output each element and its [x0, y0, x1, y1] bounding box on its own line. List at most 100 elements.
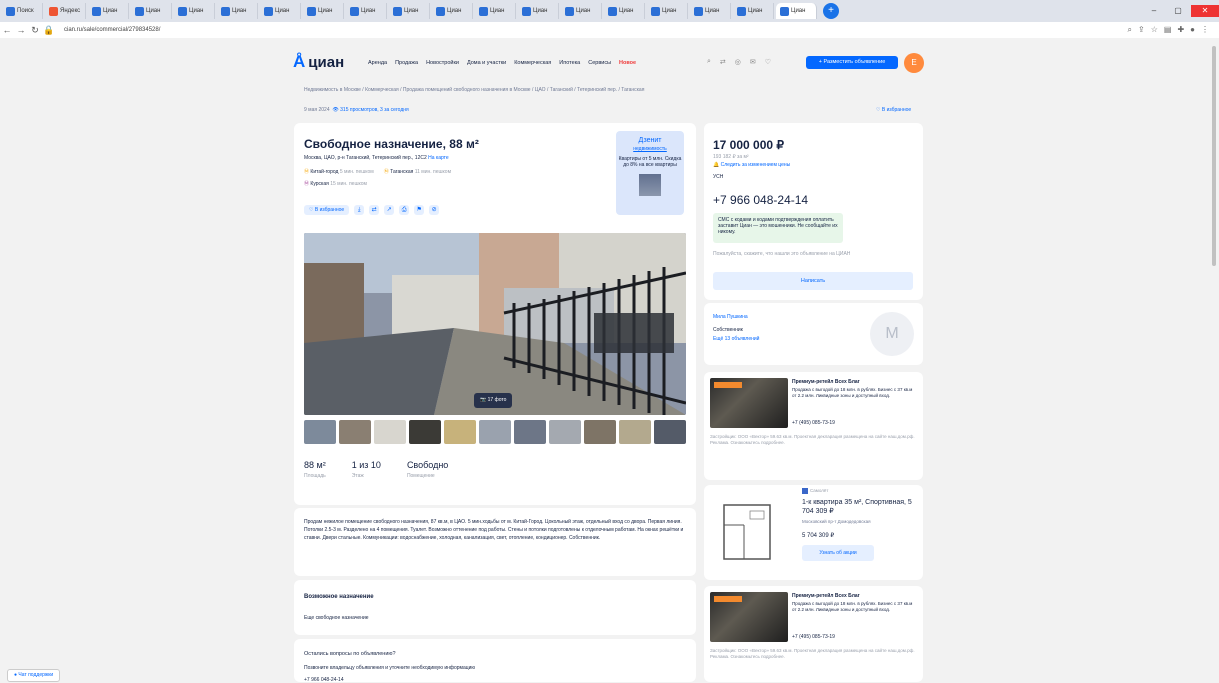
purpose-text: Еще свободное назначение	[304, 615, 369, 621]
post-ad-button[interactable]: + Разместить объявление	[806, 56, 898, 69]
promo-banner[interactable]: Дзенит недвижимость Квартиры от 5 млн. С…	[616, 131, 684, 215]
browser-tab[interactable]: Поиск	[2, 3, 43, 19]
share-icon[interactable]: ↗	[384, 205, 395, 215]
map-link[interactable]: На карте	[428, 155, 449, 161]
download-icon[interactable]: ⤓	[354, 205, 365, 215]
nav-item[interactable]: Сервисы	[588, 60, 611, 66]
browser-tab[interactable]: Циан	[561, 3, 602, 19]
thumbnail[interactable]	[584, 420, 616, 444]
browser-tab[interactable]: Яндекс	[45, 3, 86, 19]
questions-text: Позвоните владельцу объявления и уточнит…	[304, 665, 476, 671]
photo-count-button[interactable]: 📷 17 фото	[474, 393, 513, 408]
browser-tab[interactable]: Циан	[303, 3, 344, 19]
tab-favicon-icon	[350, 6, 359, 16]
thumbnail[interactable]	[514, 420, 546, 444]
thumbnail[interactable]	[444, 420, 476, 444]
thumbnail[interactable]	[304, 420, 336, 444]
maximize-icon[interactable]: ▢	[1167, 5, 1189, 17]
browser-tab[interactable]: Циан	[432, 3, 473, 19]
metro-station[interactable]: Ⓜ Китай-город 5 мин. пешком	[304, 168, 374, 175]
thumbnail[interactable]	[479, 420, 511, 444]
browser-tab[interactable]: Циан	[733, 3, 774, 19]
ad-cta-button[interactable]: Узнать об акции	[802, 545, 874, 561]
thumbnail[interactable]	[339, 420, 371, 444]
browser-tab[interactable]: Циан	[389, 3, 430, 19]
views-count[interactable]: 315 просмотров, 3 за сегодня	[340, 107, 409, 113]
write-message-button[interactable]: Написать	[713, 272, 913, 290]
ad-phone[interactable]: +7 (495) 085-73-19	[792, 420, 835, 426]
chat-icon[interactable]: ✉	[750, 58, 756, 66]
favorite-button[interactable]: ♡ В избранное	[304, 205, 350, 215]
nav-item[interactable]: Дома и участки	[467, 60, 506, 66]
puzzle-icon[interactable]: ✚	[1177, 25, 1184, 35]
ad-phone[interactable]: +7 (495) 085-73-19	[792, 634, 835, 640]
ad-card[interactable]: Премиум-ретейл Всех Благ Продажа с выгод…	[704, 372, 923, 480]
nav-item[interactable]: Коммерческая	[514, 60, 551, 66]
main-photo[interactable]: 📷 17 фото	[304, 233, 686, 415]
questions-phone[interactable]: +7 966 048-24-14	[304, 677, 344, 683]
cian-logo[interactable]: Åциан	[293, 52, 344, 72]
nav-item[interactable]: Аренда	[368, 60, 387, 66]
heart-icon[interactable]: ♡	[765, 58, 771, 66]
metro-station[interactable]: Ⓜ Таганская 11 мин. пешком	[384, 168, 451, 175]
new-tab-plus-icon[interactable]: +	[823, 3, 839, 19]
compare-icon[interactable]: ⇄	[369, 205, 380, 215]
back-arrow-icon[interactable]: ←	[0, 25, 14, 35]
zoom-icon[interactable]: ⌕	[1128, 25, 1132, 35]
scrollbar-thumb[interactable]	[1212, 46, 1216, 266]
menu-kebab-icon[interactable]: ⋮	[1201, 25, 1209, 35]
ad-image	[710, 592, 788, 642]
thumbnail[interactable]	[654, 420, 686, 444]
browser-tab[interactable]: Циан	[346, 3, 387, 19]
browser-tab[interactable]: Циан	[174, 3, 215, 19]
owner-other-listings[interactable]: Ещё 13 объявлений	[713, 336, 759, 342]
thumbnail[interactable]	[549, 420, 581, 444]
extension-icon[interactable]: ▤	[1164, 25, 1172, 35]
browser-tab[interactable]: Циан	[604, 3, 645, 19]
hide-icon[interactable]: ⊘	[429, 205, 440, 215]
search-icon[interactable]: ⌕	[707, 58, 711, 66]
browser-tab[interactable]: Циан	[475, 3, 516, 19]
user-avatar[interactable]: Е	[904, 53, 924, 73]
nav-item[interactable]: Ипотека	[559, 60, 580, 66]
phone-number[interactable]: +7 966 048-24-14	[713, 193, 808, 207]
browser-tab-active[interactable]: Циан	[776, 3, 817, 19]
floor-plan-image	[723, 504, 771, 560]
nav-item[interactable]: Новостройки	[426, 60, 459, 66]
forward-arrow-icon[interactable]: →	[14, 25, 28, 35]
notifications-icon[interactable]: ◎	[735, 58, 741, 66]
window-controls: – ▢ ✕	[1143, 5, 1219, 17]
star-icon[interactable]: ☆	[1151, 25, 1158, 35]
owner-name[interactable]: Мила Пушкина	[713, 314, 748, 320]
browser-tab[interactable]: Циан	[131, 3, 172, 19]
compare-icon[interactable]: ⇄	[720, 58, 726, 66]
flag-icon[interactable]: ⚑	[414, 205, 425, 215]
browser-tab[interactable]: Циан	[88, 3, 129, 19]
ad-card-apartment[interactable]: Самолёт 1-к квартира 35 м², Спортивная, …	[704, 485, 923, 580]
price-watch-link[interactable]: 🔔 Следить за изменением цены	[713, 162, 790, 168]
reload-icon[interactable]: ↻	[28, 25, 42, 36]
favorite-link[interactable]: ♡ В избранное	[876, 107, 911, 113]
close-window-icon[interactable]: ✕	[1191, 5, 1219, 17]
thumbnail[interactable]	[374, 420, 406, 444]
metro-station[interactable]: Ⓜ Курская 15 мин. пешком	[304, 180, 367, 187]
thumbnail[interactable]	[619, 420, 651, 444]
minimize-icon[interactable]: –	[1143, 5, 1165, 17]
browser-tab[interactable]: Циан	[217, 3, 258, 19]
browser-tab[interactable]: Циан	[260, 3, 301, 19]
nav-item[interactable]: Продажа	[395, 60, 418, 66]
building-icon	[639, 174, 661, 196]
nav-item-new[interactable]: Новое	[619, 60, 636, 66]
scrollbar[interactable]	[1211, 40, 1217, 680]
thumbnail[interactable]	[409, 420, 441, 444]
breadcrumb[interactable]: Недвижимость в Москве / Коммерческая / П…	[304, 87, 644, 93]
url-field[interactable]: cian.ru/sale/commercial/279834528/	[64, 27, 160, 33]
support-chat-button[interactable]: ● Чат поддержки	[7, 669, 61, 682]
ad-card[interactable]: Премиум-ретейл Всех Благ Продажа с выгод…	[704, 586, 923, 682]
print-icon[interactable]: ⎙	[399, 205, 410, 215]
browser-tab[interactable]: Циан	[690, 3, 731, 19]
share-icon[interactable]: ⇪	[1138, 25, 1145, 35]
browser-tab[interactable]: Циан	[647, 3, 688, 19]
browser-tab[interactable]: Циан	[518, 3, 559, 19]
profile-icon[interactable]: ●	[1190, 25, 1195, 35]
